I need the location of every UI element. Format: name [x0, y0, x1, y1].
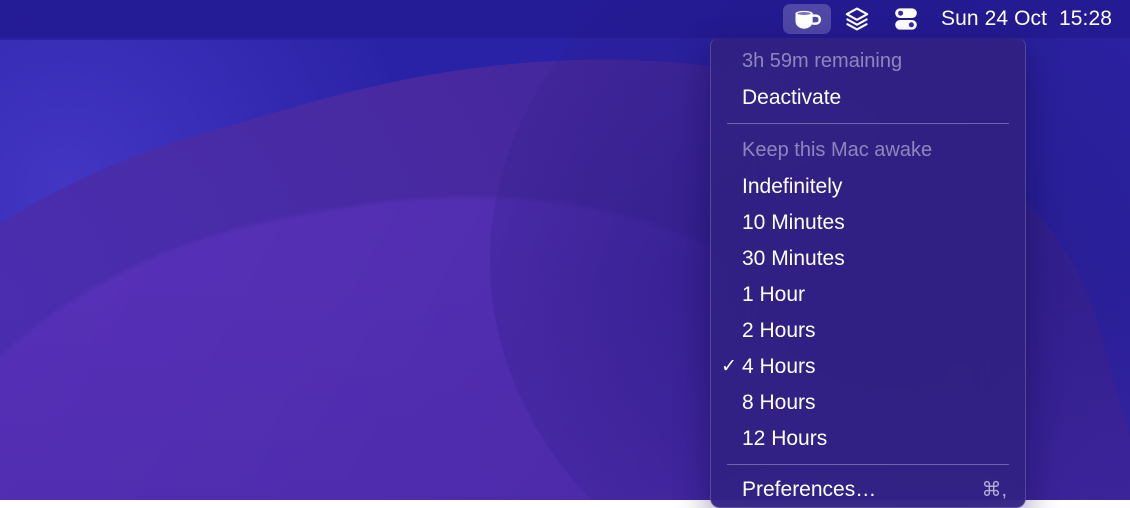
menu-separator-top [727, 123, 1009, 124]
menu-bar-item-bartender[interactable] [835, 4, 879, 34]
menu-bar-item-amphetamine[interactable] [783, 4, 831, 34]
menu-item-1-hour[interactable]: 1 Hour [711, 277, 1025, 313]
menu-item-2-hours[interactable]: 2 Hours [711, 313, 1025, 349]
amphetamine-dropdown-menu: 3h 59m remaining Deactivate Keep this Ma… [710, 38, 1026, 508]
menu-item-12-hours[interactable]: 12 Hours [711, 421, 1025, 457]
session-remaining-label: 3h 59m remaining [711, 42, 1025, 80]
menu-item-label: Deactivate [742, 85, 841, 111]
menu-item-label: 12 Hours [742, 426, 827, 452]
section-header-keep-awake: Keep this Mac awake [711, 131, 1025, 169]
keyboard-shortcut-label: ⌘, [963, 477, 1007, 503]
menu-item-8-hours[interactable]: 8 Hours [711, 385, 1025, 421]
menu-item-label: 4 Hours [742, 354, 816, 380]
coffee-cup-icon [792, 7, 822, 31]
menu-item-preferences[interactable]: Preferences… ⌘, [711, 472, 1025, 508]
menu-separator-bottom [727, 464, 1009, 465]
menu-item-label: Indefinitely [742, 174, 842, 200]
menu-bar-status-items: Sun 24 Oct 15:28 [781, 0, 1130, 38]
menu-bar-clock[interactable]: Sun 24 Oct 15:28 [931, 7, 1116, 31]
menu-item-4-hours[interactable]: ✓ 4 Hours [711, 349, 1025, 385]
menu-item-indefinitely[interactable]: Indefinitely [711, 169, 1025, 205]
menu-item-label: 10 Minutes [742, 210, 845, 236]
menu-item-10-minutes[interactable]: 10 Minutes [711, 205, 1025, 241]
control-center-icon [892, 6, 920, 32]
menu-bar-item-control-center[interactable] [883, 4, 929, 34]
menu-item-30-minutes[interactable]: 30 Minutes [711, 241, 1025, 277]
menu-item-label: Preferences… [742, 477, 876, 503]
menu-item-deactivate[interactable]: Deactivate [711, 80, 1025, 116]
menu-item-label: 30 Minutes [742, 246, 845, 272]
menu-bar: Sun 24 Oct 15:28 [0, 0, 1130, 38]
menu-item-label: 2 Hours [742, 318, 816, 344]
menu-item-label: 8 Hours [742, 390, 816, 416]
checkmark-icon: ✓ [721, 357, 737, 376]
layers-icon [844, 6, 870, 32]
menu-item-label: 1 Hour [742, 282, 805, 308]
